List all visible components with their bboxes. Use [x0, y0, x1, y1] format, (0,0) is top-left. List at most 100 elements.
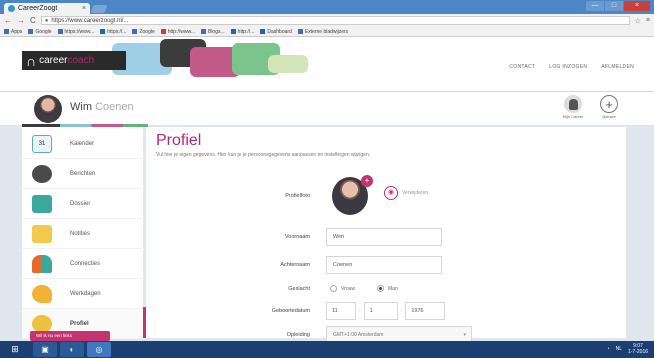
- top-navigation: CONTACT LOG INZOGEN AFLMELDEN: [509, 64, 634, 70]
- camera-icon: ◉: [384, 186, 398, 200]
- sidebar-item-label: Dossier: [70, 200, 91, 207]
- browser-navbar: ← → C ● https://www.careerzoogt.nl/... ☆…: [0, 14, 654, 27]
- photo-add-icon[interactable]: +: [361, 175, 373, 187]
- bookmark-icon: [230, 29, 236, 34]
- gender-option-vrouw[interactable]: Vrouw: [330, 285, 355, 292]
- bookmark-item[interactable]: Externe bladwijzers: [297, 29, 348, 35]
- bookmark-icon: [28, 29, 34, 34]
- nav-login[interactable]: LOG INZOGEN: [549, 64, 587, 70]
- sidebar: 31 Kalender Berichten Dossier Notities C…: [22, 127, 144, 339]
- remove-photo-button[interactable]: ◉ Verwijderen: [384, 186, 428, 200]
- network-icon[interactable]: ◔: [607, 346, 610, 352]
- maximize-button[interactable]: □: [605, 1, 623, 11]
- last-name-label: Achternaam: [280, 262, 310, 268]
- form-row-voornaam: Voornaam Wim: [146, 227, 626, 249]
- first-name-label: Voornaam: [284, 234, 310, 240]
- bookmark-icon: [132, 29, 138, 34]
- birth-year-field[interactable]: 1976: [405, 302, 446, 320]
- tab-title: CareerZoogt: [18, 5, 58, 12]
- bookmark-item[interactable]: Google: [28, 29, 52, 35]
- address-url: https://www.careerzoogt.nl/...: [51, 17, 129, 24]
- radio-selected-icon: [377, 285, 384, 292]
- profile-icon[interactable]: [564, 95, 582, 113]
- bookmark-item[interactable]: https://...: [100, 29, 126, 35]
- sidebar-item-label: Werkdagen: [70, 290, 101, 297]
- new-tab-button[interactable]: [90, 5, 108, 13]
- tab-close-icon[interactable]: ×: [82, 5, 86, 12]
- date-separator: -: [400, 308, 403, 314]
- add-icon[interactable]: +: [600, 95, 618, 113]
- apps-icon: [4, 29, 9, 34]
- bookmark-item[interactable]: http://...: [230, 29, 254, 35]
- favicon-icon: [8, 5, 15, 12]
- page-title: Profiel: [156, 132, 202, 149]
- close-window-button[interactable]: ×: [624, 1, 650, 11]
- birth-day-field[interactable]: 11: [326, 302, 356, 320]
- logo-arch-icon: ∩: [26, 52, 37, 69]
- birth-month-field[interactable]: 1: [363, 302, 398, 320]
- sidebar-item-werkdagen[interactable]: Werkdagen: [22, 279, 144, 309]
- main-content: Profiel Vul hier je eigen gegevens. Hier…: [146, 127, 626, 344]
- start-button[interactable]: ⊞: [0, 341, 30, 358]
- page-subtitle: Vul hier je eigen gegevens. Hier kun je …: [156, 152, 371, 158]
- user-name: Wim Coenen: [70, 101, 134, 113]
- bookmark-item[interactable]: Dashboard: [260, 29, 292, 35]
- sidebar-item-berichten[interactable]: Berichten: [22, 159, 144, 189]
- back-button[interactable]: ←: [4, 16, 12, 25]
- first-name-field[interactable]: Wim: [326, 228, 442, 246]
- remove-photo-label: Verwijderen: [402, 190, 429, 196]
- sidebar-item-connecties[interactable]: Connecties: [22, 249, 144, 279]
- birthdate-label: Geboortedatum: [271, 308, 310, 314]
- header-decoration: [268, 55, 308, 73]
- form-row-achternaam: Achternaam Coenen: [146, 255, 626, 277]
- site-header: ∩ careercoach CONTACT LOG INZOGEN AFLMEL…: [0, 37, 654, 92]
- minimize-button[interactable]: —: [586, 1, 604, 11]
- sidebar-item-label: Notities: [70, 230, 91, 237]
- sidebar-item-kalender[interactable]: 31 Kalender: [22, 129, 144, 159]
- lock-icon: ●: [44, 17, 49, 24]
- site-logo[interactable]: ∩ careercoach: [22, 51, 126, 70]
- menu-icon[interactable]: ≡: [646, 17, 650, 24]
- bookmark-item[interactable]: https://www...: [57, 29, 94, 35]
- avatar[interactable]: [34, 95, 62, 123]
- sidebar-item-label: Connecties: [70, 260, 101, 267]
- sidebar-item-notities[interactable]: Notities: [22, 219, 144, 249]
- birthdate-fields: 11 - 1 - 1976: [326, 302, 446, 320]
- folder-icon: [297, 29, 303, 34]
- explorer-icon[interactable]: ▣: [33, 342, 57, 357]
- floating-help-button[interactable]: Wil ik nu een links: [30, 331, 110, 341]
- system-tray: ◔ NL 9:07 1-7-2016: [607, 343, 648, 355]
- gender-radio-group: Vrouw Man: [330, 285, 398, 292]
- browser-tab[interactable]: CareerZoogt ×: [4, 3, 90, 14]
- profile-label: Mijn Career: [562, 114, 584, 119]
- chrome-icon[interactable]: ◎: [87, 342, 111, 357]
- user-bar: Wim Coenen Mijn Career + Nieuwe: [0, 92, 654, 126]
- form-row-geboortedatum: Geboortedatum 11 - 1 - 1976: [146, 301, 626, 323]
- last-name-field[interactable]: Coenen: [326, 256, 442, 274]
- photo-label: Profielfoto: [285, 193, 310, 199]
- radio-icon: [330, 285, 337, 292]
- bookmark-icon: [57, 29, 63, 34]
- bookmark-item[interactable]: Blogs...: [200, 29, 225, 35]
- star-icon[interactable]: ☆: [635, 17, 641, 25]
- add-label: Nieuwe: [602, 114, 616, 119]
- bookmark-item[interactable]: Apps: [4, 29, 22, 35]
- bookmark-icon: [200, 29, 206, 34]
- bookmarks-bar: Apps Google https://www... https://... Z…: [0, 27, 654, 37]
- media-icon[interactable]: ◐: [60, 342, 84, 357]
- people-icon: [32, 254, 52, 273]
- nav-contact[interactable]: CONTACT: [509, 64, 535, 70]
- address-bar[interactable]: ● https://www.careerzoogt.nl/...: [40, 16, 630, 25]
- gender-option-man[interactable]: Man: [377, 285, 398, 292]
- clock[interactable]: 9:07 1-7-2016: [628, 343, 648, 355]
- bookmark-icon: [260, 29, 266, 34]
- forward-button[interactable]: →: [17, 16, 25, 25]
- reload-button[interactable]: C: [30, 16, 36, 25]
- bookmark-icon: [160, 29, 166, 34]
- bookmark-icon: [100, 29, 106, 34]
- language-indicator[interactable]: NL: [616, 346, 622, 352]
- bookmark-item[interactable]: http://www...: [160, 29, 195, 35]
- bookmark-item[interactable]: Zoogle: [132, 29, 155, 35]
- nav-logout[interactable]: AFLMELDEN: [601, 64, 634, 70]
- sidebar-item-dossier[interactable]: Dossier: [22, 189, 144, 219]
